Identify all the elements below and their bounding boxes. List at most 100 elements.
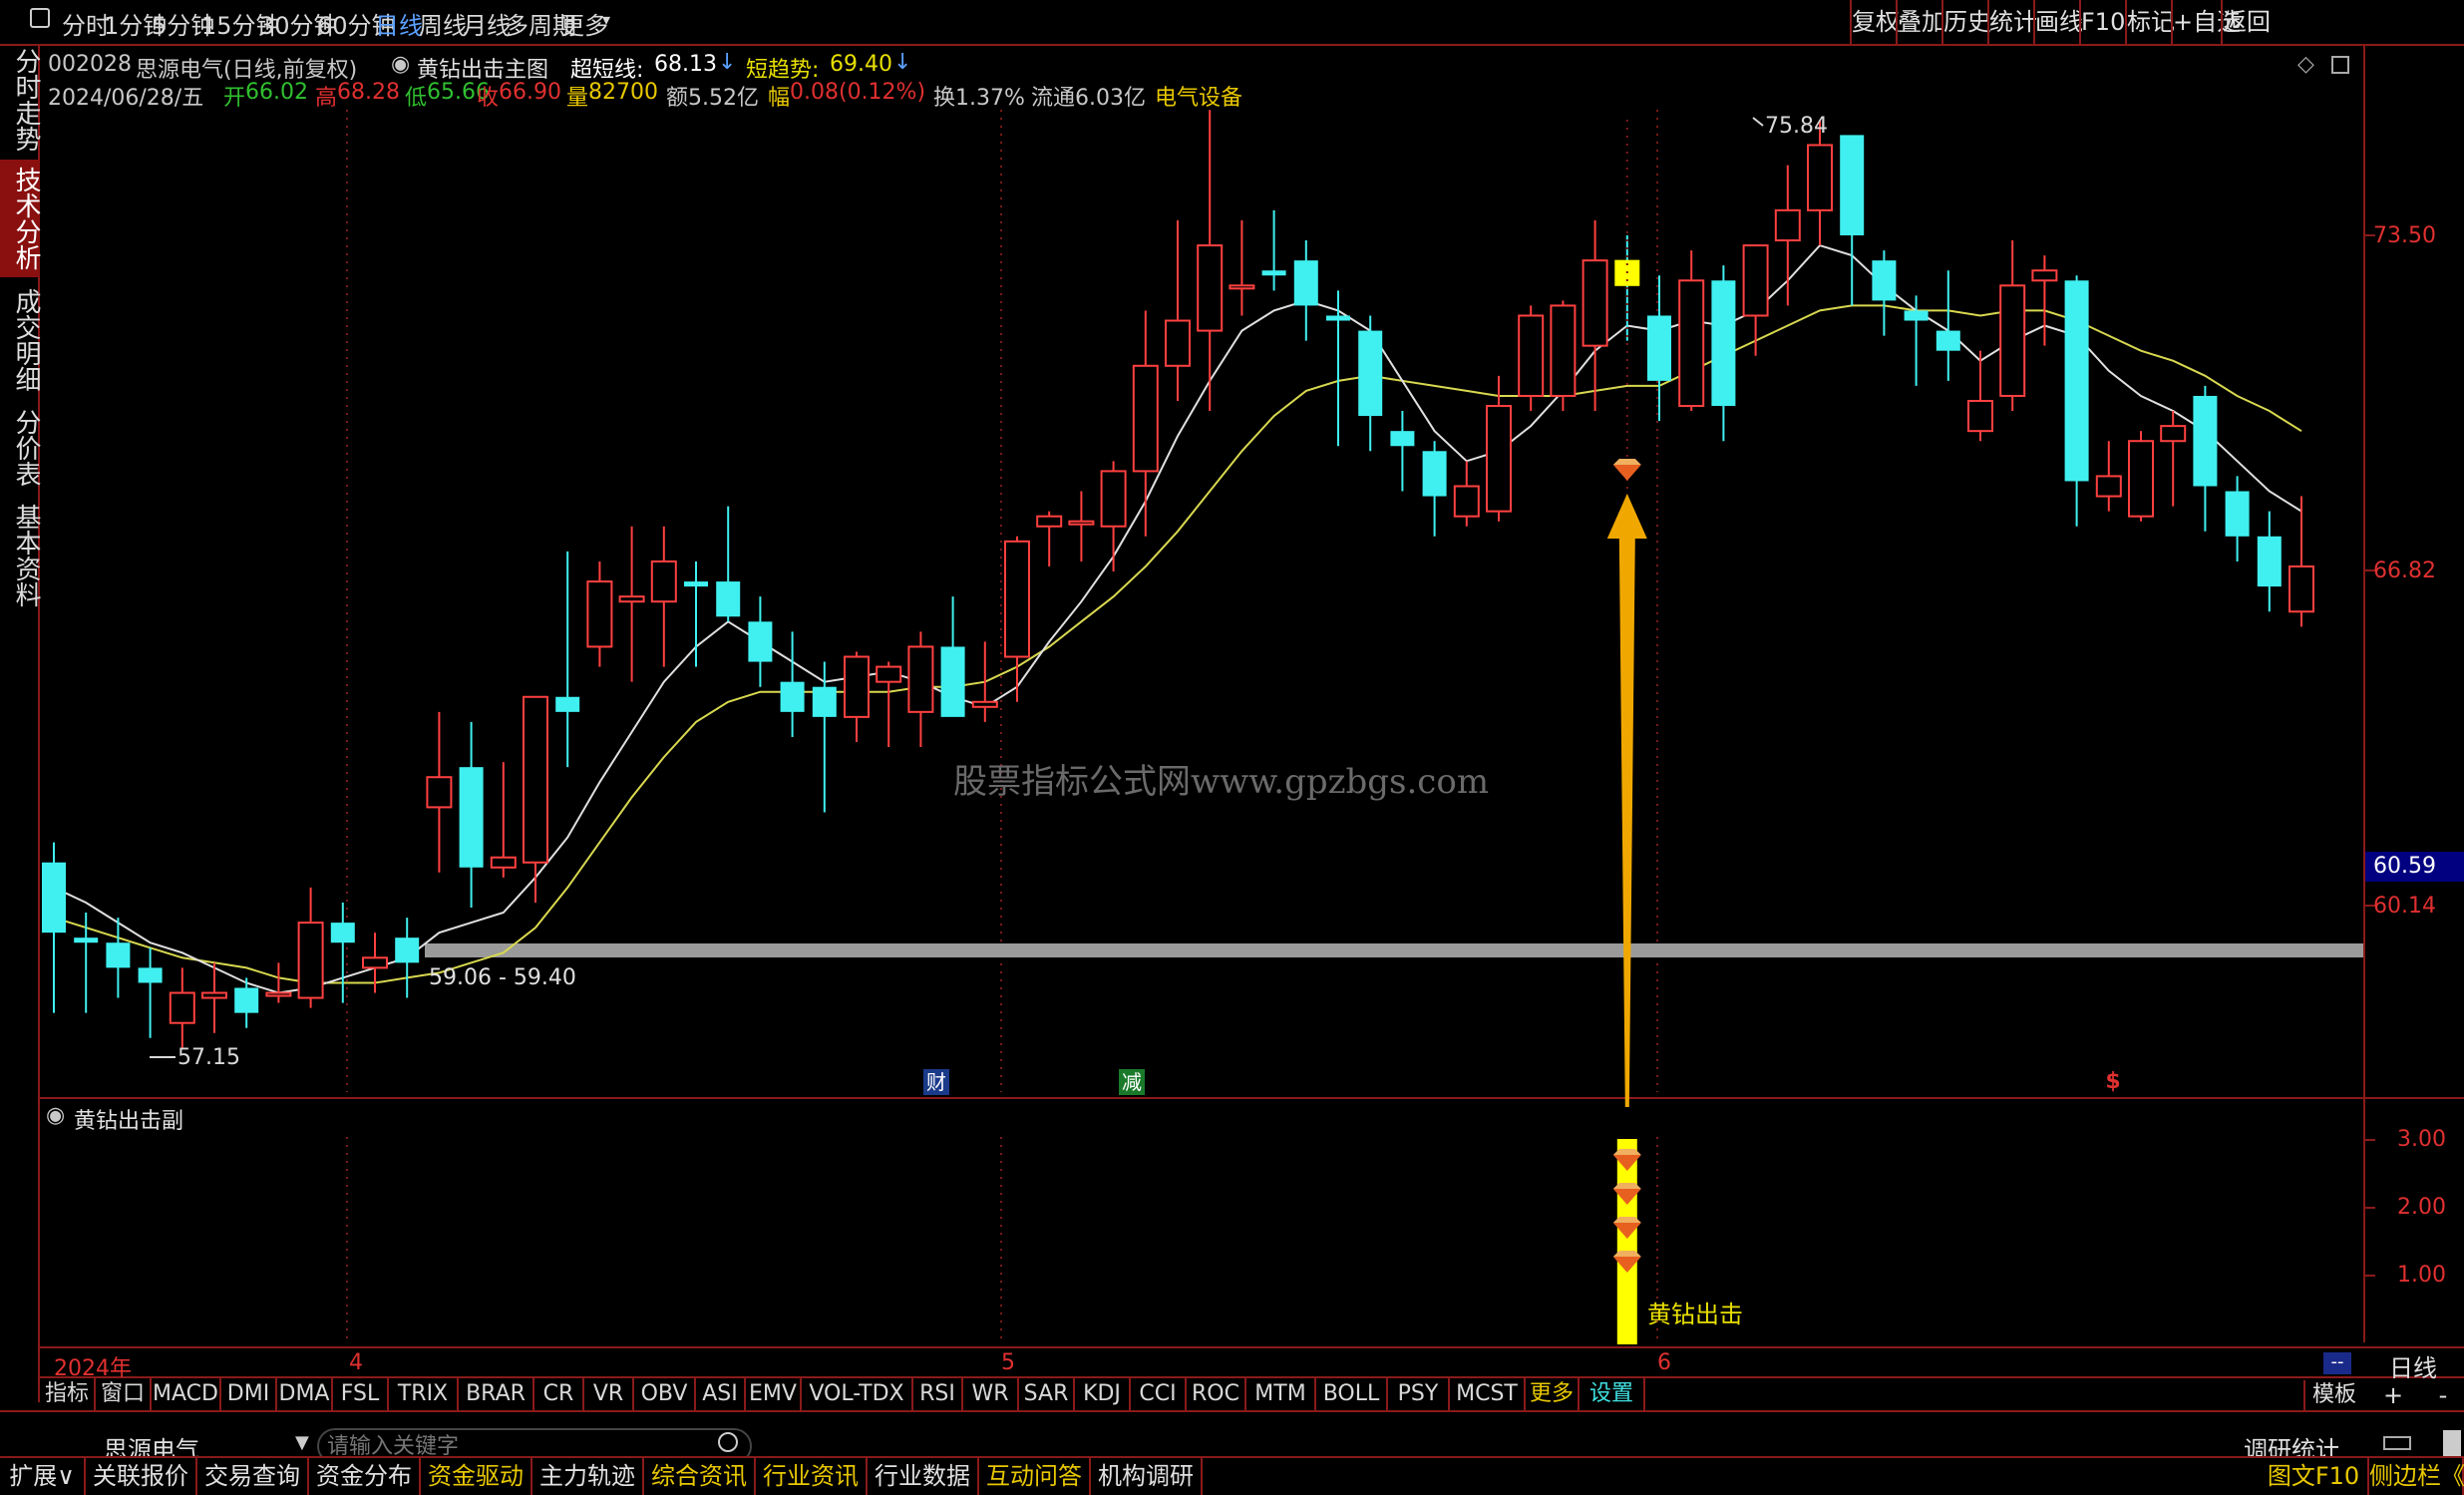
- candle-body: [1774, 208, 1801, 242]
- grid-icon[interactable]: [2383, 1436, 2411, 1450]
- bottom-tab[interactable]: 机构调研: [1091, 1458, 1203, 1495]
- indicator-tab[interactable]: BOLL: [1316, 1378, 1388, 1410]
- candle-body: [1742, 244, 1769, 317]
- indicator-tab[interactable]: DMI: [221, 1378, 277, 1410]
- zoom-in-button[interactable]: +: [2373, 1380, 2413, 1410]
- indicator-tab[interactable]: VOL-TDX: [802, 1378, 913, 1410]
- indicator-tab[interactable]: MCST: [1450, 1378, 1526, 1410]
- zoom-out-button[interactable]: -: [2423, 1380, 2463, 1410]
- indicator-tab[interactable]: DMA: [277, 1378, 333, 1410]
- event-tag-reduce[interactable]: 减: [1119, 1069, 1145, 1095]
- indicator-tab[interactable]: ASI: [696, 1378, 746, 1410]
- bottom-tab[interactable]: 关联报价: [86, 1458, 197, 1495]
- month-label: 6: [1657, 1350, 1671, 1375]
- sub-y-tick-label: 2.00: [2397, 1195, 2446, 1220]
- candle-body: [1422, 451, 1447, 497]
- bottom-tab[interactable]: 综合资讯: [644, 1458, 756, 1495]
- candle-body: [1068, 520, 1095, 526]
- candle-body: [748, 621, 773, 662]
- indicator-tab[interactable]: FSL: [333, 1378, 389, 1410]
- indicator-tab[interactable]: MACD: [152, 1378, 221, 1410]
- indicator-tab[interactable]: TRIX: [389, 1378, 459, 1410]
- expand-button[interactable]: 扩展∨: [0, 1458, 86, 1495]
- candle-body: [2288, 564, 2314, 613]
- candle-body: [362, 956, 388, 969]
- indicator-tab[interactable]: 窗口: [96, 1378, 152, 1410]
- candle-body: [1004, 540, 1030, 658]
- panel-icon[interactable]: [2443, 1430, 2461, 1456]
- indicator-tab[interactable]: EMV: [746, 1378, 802, 1410]
- indicator-tab[interactable]: MTM: [1246, 1378, 1316, 1410]
- candle-body: [1936, 330, 1960, 351]
- event-tag-dividend[interactable]: $: [2104, 1069, 2122, 1095]
- indicator-tab[interactable]: ROC: [1187, 1378, 1246, 1410]
- indicator-tab[interactable]: 指标: [40, 1378, 96, 1410]
- low-marker: 57.15: [177, 1045, 240, 1070]
- search-icon[interactable]: [718, 1432, 738, 1452]
- candle-body: [1582, 259, 1608, 347]
- research-stats-label[interactable]: 调研统计: [2244, 1430, 2339, 1456]
- signal-arrow: [1606, 494, 1647, 1107]
- bottom-tab[interactable]: 行业资讯: [756, 1458, 868, 1495]
- current-price-tag: 60.59: [2365, 852, 2464, 882]
- candle-body: [1165, 319, 1191, 367]
- indicator-tab[interactable]: VR: [584, 1378, 634, 1410]
- candle-body: [2064, 280, 2089, 482]
- indicator-tab[interactable]: PSY: [1388, 1378, 1450, 1410]
- subchart-title[interactable]: 黄钻出击副: [74, 1103, 183, 1135]
- indicator-tab[interactable]: CR: [534, 1378, 584, 1410]
- y-tick-label: 66.82: [2373, 559, 2436, 583]
- scroll-indicator[interactable]: --: [2323, 1352, 2351, 1374]
- sidebar-toggle-button[interactable]: 侧边栏《: [2369, 1458, 2464, 1495]
- template-button[interactable]: 模板: [2303, 1380, 2363, 1410]
- event-tag-earnings[interactable]: 财: [923, 1069, 949, 1095]
- subchart-collapse-icon[interactable]: ◉: [46, 1103, 65, 1128]
- y-tick-label: 60.14: [2373, 894, 2436, 919]
- bottom-tab[interactable]: 行业数据: [868, 1458, 979, 1495]
- candle-body: [74, 937, 99, 943]
- bottom-tab[interactable]: 资金分布: [309, 1458, 421, 1495]
- candle-body: [138, 967, 163, 983]
- search-input[interactable]: [317, 1428, 752, 1456]
- indicator-tab[interactable]: KDJ: [1075, 1378, 1131, 1410]
- f10-graphic-button[interactable]: 图文F10: [2260, 1458, 2369, 1495]
- candle-body: [297, 922, 324, 999]
- search-stock-name[interactable]: 思源电气: [104, 1430, 199, 1456]
- indicator-tab[interactable]: OBV: [634, 1378, 696, 1410]
- indicator-bar: 指标 窗口 MACD DMI DMA FSL TRIX BRAR CR VR OBV ASI EMV VO…: [40, 1378, 2363, 1410]
- candle-body: [234, 987, 259, 1013]
- indicator-tab[interactable]: WR: [963, 1378, 1019, 1410]
- sub-y-tick-label: 1.00: [2397, 1263, 2446, 1288]
- indicator-tab[interactable]: 设置: [1580, 1378, 1645, 1410]
- candle-body: [1904, 310, 1929, 321]
- high-marker: 75.84: [1765, 114, 1828, 139]
- bottom-tab[interactable]: 交易查询: [197, 1458, 309, 1495]
- candle-body: [971, 700, 998, 708]
- indicator-tab[interactable]: CCI: [1131, 1378, 1187, 1410]
- candle-body: [780, 681, 805, 712]
- candle-body: [1197, 244, 1224, 332]
- candle-body: [1807, 144, 1833, 211]
- bottom-tab[interactable]: 资金驱动: [421, 1458, 532, 1495]
- candle-body: [1872, 260, 1897, 301]
- dropdown-icon[interactable]: ▼: [295, 1432, 309, 1453]
- indicator-tab[interactable]: 更多: [1526, 1378, 1580, 1410]
- period-label: 日线: [2389, 1354, 2437, 1382]
- candle-body: [618, 595, 645, 603]
- candle-body: [169, 991, 195, 1024]
- candle-body: [395, 937, 420, 963]
- bottom-tab[interactable]: 主力轨迹: [532, 1458, 644, 1495]
- candle-body: [106, 942, 131, 968]
- candle-body: [2160, 425, 2187, 443]
- ma-yellow-line: [53, 304, 2302, 984]
- main-chart[interactable]: [0, 0, 2464, 1346]
- candle-body: [1711, 280, 1736, 407]
- indicator-tab[interactable]: RSI: [913, 1378, 963, 1410]
- indicator-tab[interactable]: BRAR: [459, 1378, 534, 1410]
- candle-body: [1967, 399, 1993, 433]
- candle-body: [201, 991, 227, 999]
- candle-body: [1036, 515, 1063, 528]
- candle-body: [330, 923, 355, 943]
- indicator-tab[interactable]: SAR: [1019, 1378, 1075, 1410]
- bottom-tab[interactable]: 互动问答: [979, 1458, 1091, 1495]
